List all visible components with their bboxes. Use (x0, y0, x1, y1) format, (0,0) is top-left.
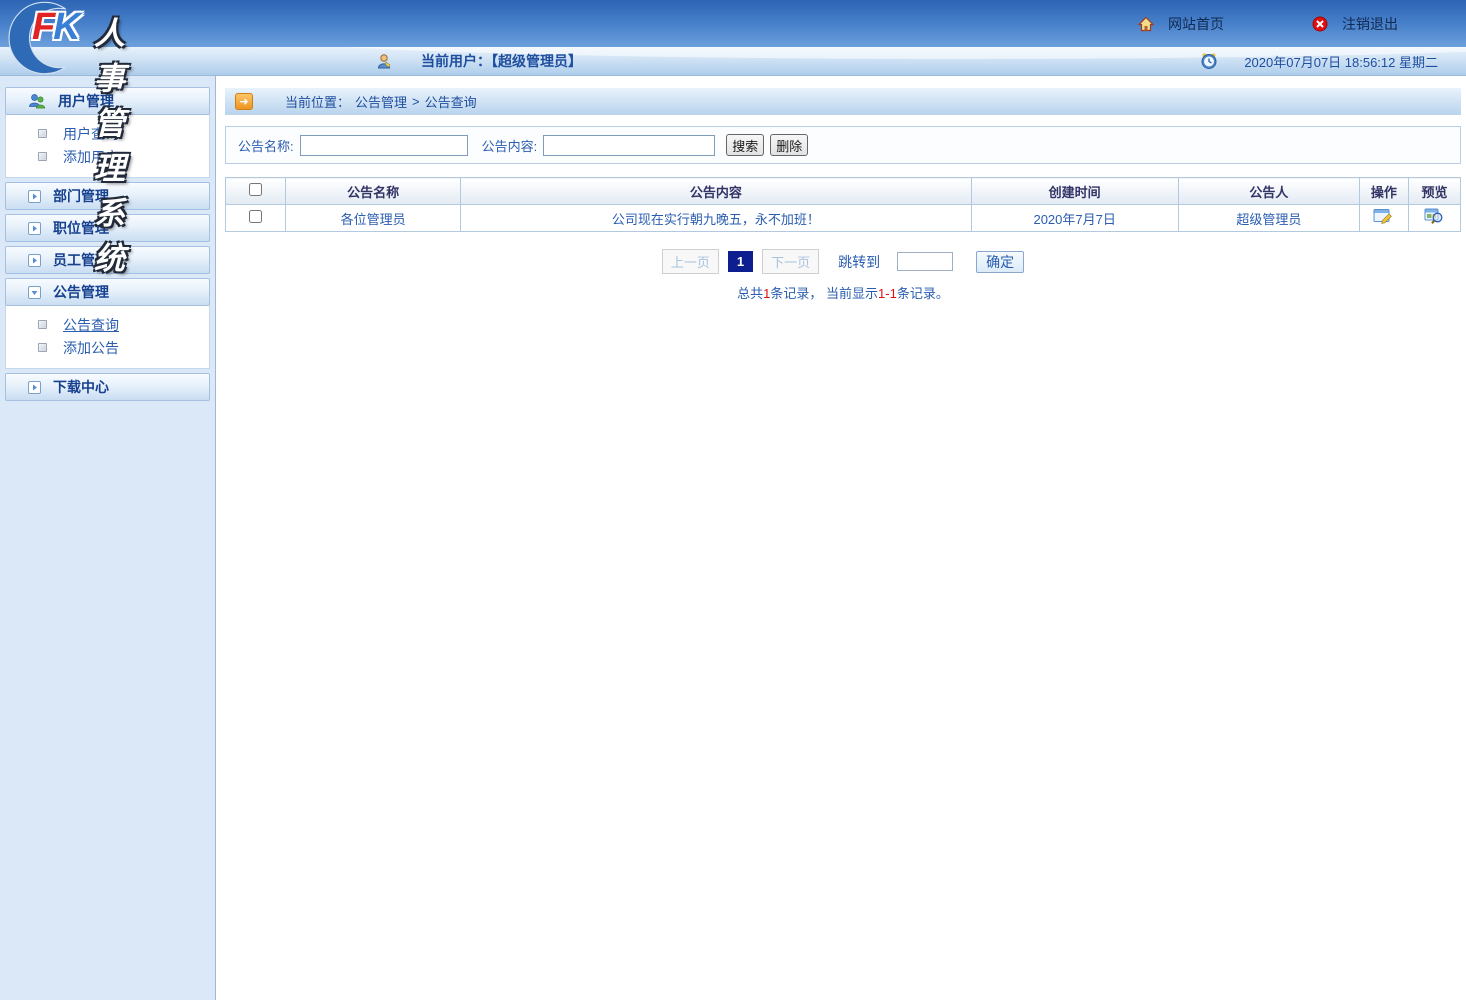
prev-page-button[interactable]: 上一页 (662, 249, 719, 274)
summary-range: 1-1 (878, 286, 897, 301)
breadcrumb-current-link[interactable]: 公告查询 (425, 92, 477, 111)
user-icon (376, 53, 393, 70)
datetime-text: 2020年07月07日 18:56:12 星期二 (1244, 52, 1438, 71)
breadcrumb-parent-link[interactable]: 公告管理 (355, 92, 407, 111)
col-header-preview: 预览 (1408, 178, 1460, 205)
bullet-icon (38, 343, 47, 352)
expand-icon (28, 190, 41, 203)
current-page-button[interactable]: 1 (728, 251, 753, 272)
summary-part1: 总共 (737, 286, 763, 301)
col-header-created: 创建时间 (971, 178, 1178, 205)
cell-notice-name: 各位管理员 (286, 205, 461, 232)
submenu-notice: 公告查询 添加公告 (5, 306, 210, 369)
sidebar-item-label[interactable]: 公告查询 (63, 315, 119, 335)
app-logo: FK 人事管理系统 (4, 0, 82, 76)
bullet-icon (38, 129, 47, 138)
next-page-button[interactable]: 下一页 (762, 249, 819, 274)
summary-part3: 条记录。 (897, 286, 949, 301)
datetime-info: 2020年07月07日 18:56:12 星期二 (1200, 52, 1466, 71)
sidebar-item-label[interactable]: 添加公告 (63, 338, 119, 358)
header-top-band: 网站首页 注销退出 (0, 0, 1466, 47)
expand-icon (28, 381, 41, 394)
jump-page-input[interactable] (897, 252, 953, 271)
cell-notice-content: 公司现在实行朝九晚五，永不加班！ (461, 205, 971, 232)
summary-part2: 条记录， 当前显示 (770, 286, 878, 301)
col-header-publisher: 公告人 (1178, 178, 1359, 205)
group-label: 下载中心 (53, 377, 109, 397)
notice-name-label: 公告名称: (238, 136, 294, 155)
app-header: 网站首页 注销退出 当前用户：【超级管理员】 2020年07月07日 18:56… (0, 0, 1466, 76)
sidebar-group-notice-mgmt[interactable]: 公告管理 (5, 278, 210, 306)
record-summary: 总共1条记录， 当前显示1-1条记录。 (225, 283, 1461, 302)
users-icon (28, 93, 46, 109)
main-panel: ➜ 当前位置： 公告管理 > 公告查询 公告名称: 公告内容: 搜索 删除 公告… (216, 76, 1466, 1000)
breadcrumb-label: 当前位置： (285, 92, 350, 111)
expand-icon (28, 254, 41, 267)
breadcrumb-separator: > (412, 94, 420, 109)
cell-created-time: 2020年7月7日 (971, 205, 1178, 232)
breadcrumb: ➜ 当前位置： 公告管理 > 公告查询 (225, 88, 1461, 115)
notice-table: 公告名称 公告内容 创建时间 公告人 操作 预览 各位管理员 公司现在实行朝九晚… (225, 177, 1461, 232)
jump-to-label: 跳转到 (838, 252, 880, 272)
bullet-icon (38, 320, 47, 329)
clock-icon (1200, 52, 1218, 70)
collapse-icon (28, 286, 41, 299)
logo-initials: FK (32, 6, 79, 49)
cell-publisher: 超级管理员 (1178, 205, 1359, 232)
col-header-name: 公告名称 (286, 178, 461, 205)
select-all-checkbox[interactable] (249, 183, 262, 196)
top-navigation: 网站首页 注销退出 (1138, 0, 1466, 47)
search-button[interactable]: 搜索 (726, 134, 764, 156)
preview-icon[interactable] (1424, 208, 1445, 225)
notice-name-input[interactable] (300, 135, 468, 156)
search-panel: 公告名称: 公告内容: 搜索 删除 (225, 126, 1461, 164)
current-user-label: 当前用户：【超级管理员】 (421, 51, 582, 71)
sidebar-item-notice-query[interactable]: 公告查询 (6, 313, 209, 336)
logout-link[interactable]: 注销退出 (1342, 14, 1398, 34)
table-header-row: 公告名称 公告内容 创建时间 公告人 操作 预览 (226, 178, 1461, 205)
menu-group-notice: 公告管理 公告查询 添加公告 (5, 278, 210, 369)
notice-content-input[interactable] (543, 135, 715, 156)
expand-icon (28, 222, 41, 235)
home-icon (1138, 16, 1154, 32)
breadcrumb-text: 当前位置： 公告管理 > 公告查询 (285, 92, 477, 111)
sidebar-item-add-notice[interactable]: 添加公告 (6, 336, 209, 359)
pagination: 上一页 1 下一页 跳转到 确定 (225, 249, 1461, 274)
col-header-content: 公告内容 (461, 178, 971, 205)
content-area: 用户管理 用户查询 添加用户 部门管理 (0, 76, 1466, 1000)
breadcrumb-arrow-icon: ➜ (235, 93, 253, 110)
group-label: 公告管理 (53, 282, 109, 302)
row-checkbox[interactable] (249, 210, 262, 223)
sidebar-group-download-center[interactable]: 下载中心 (5, 373, 210, 401)
delete-button[interactable]: 删除 (770, 134, 808, 156)
notice-content-label: 公告内容: (482, 136, 538, 155)
table-row: 各位管理员 公司现在实行朝九晚五，永不加班！ 2020年7月7日 超级管理员 (226, 205, 1461, 232)
edit-icon[interactable] (1373, 208, 1394, 225)
home-link[interactable]: 网站首页 (1168, 14, 1224, 34)
confirm-button[interactable]: 确定 (976, 251, 1024, 273)
app-title: 人事管理系统 (94, 8, 129, 278)
bullet-icon (38, 152, 47, 161)
current-user-info: 当前用户：【超级管理员】 (0, 51, 1200, 71)
header-sub-band: 当前用户：【超级管理员】 2020年07月07日 18:56:12 星期二 (0, 47, 1466, 76)
logout-icon (1312, 16, 1328, 32)
col-header-action: 操作 (1359, 178, 1408, 205)
menu-group-download: 下载中心 (5, 373, 210, 401)
